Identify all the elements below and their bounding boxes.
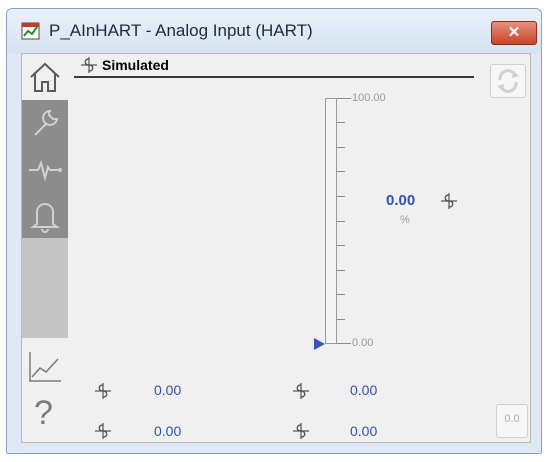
header-divider [74, 76, 474, 78]
trend-chart-icon [29, 352, 61, 382]
window-title: P_AInHART - Analog Input (HART) [49, 21, 313, 40]
simulation-icon [95, 383, 111, 399]
trend-pulse-icon [29, 159, 62, 182]
bar-tick [337, 221, 345, 222]
wrench-icon [34, 109, 59, 136]
title-bar[interactable]: P_AInHART - Analog Input (HART) ✕ [7, 9, 541, 53]
pv-simulation-icon [441, 193, 457, 209]
tab-trends[interactable] [22, 146, 68, 192]
pv-units: % [400, 214, 410, 226]
bar-tick [337, 147, 345, 148]
tab-home[interactable] [22, 54, 68, 100]
trend-chart-button[interactable] [22, 344, 68, 390]
pv-value[interactable]: 0.00 [386, 192, 415, 209]
readout-value[interactable]: 0.00 [350, 423, 377, 439]
status-label: Simulated [102, 57, 169, 73]
bar-tick [337, 196, 345, 197]
bar-tick [337, 245, 345, 246]
simulation-icon [293, 383, 309, 399]
tab-alarms[interactable] [22, 192, 68, 238]
bell-icon [30, 203, 60, 233]
bar-tick [337, 294, 345, 295]
simulation-icon [95, 423, 111, 439]
simulation-icon [81, 57, 97, 73]
bar-min-label: 0.00 [352, 337, 374, 349]
bar-tick [337, 122, 345, 123]
readout-value[interactable]: 0.00 [154, 382, 181, 398]
readout-value[interactable]: 0.00 [154, 423, 181, 439]
bar-tick [337, 343, 351, 344]
tab-maintenance[interactable] [22, 100, 68, 146]
readout-value[interactable]: 0.00 [350, 382, 377, 398]
bar-tick [337, 98, 351, 99]
reset-value-button[interactable]: 0.0 [496, 404, 528, 438]
bar-tick [337, 270, 345, 271]
bar-max-label: 100.00 [352, 92, 386, 104]
help-button[interactable]: ? [22, 392, 68, 438]
tab-spacer [22, 238, 68, 338]
reset-button[interactable] [490, 64, 526, 98]
simulation-icon [293, 423, 309, 439]
app-icon [21, 22, 40, 40]
bar-tick [337, 319, 345, 320]
pv-marker-arrow [314, 338, 325, 350]
faceplate-window: P_AInHART - Analog Input (HART) ✕ ? Simu… [6, 8, 542, 454]
faceplate-body: ? Simulated 100.00 0.00 0.00 % 0.00 0.00… [21, 53, 531, 443]
close-button[interactable]: ✕ [491, 21, 537, 45]
bar-tick [337, 171, 345, 172]
home-icon [30, 62, 60, 92]
help-icon: ? [34, 394, 53, 432]
pv-bar-graph [325, 98, 337, 344]
refresh-icon [497, 69, 519, 93]
reset-value-label: 0.0 [504, 413, 520, 425]
